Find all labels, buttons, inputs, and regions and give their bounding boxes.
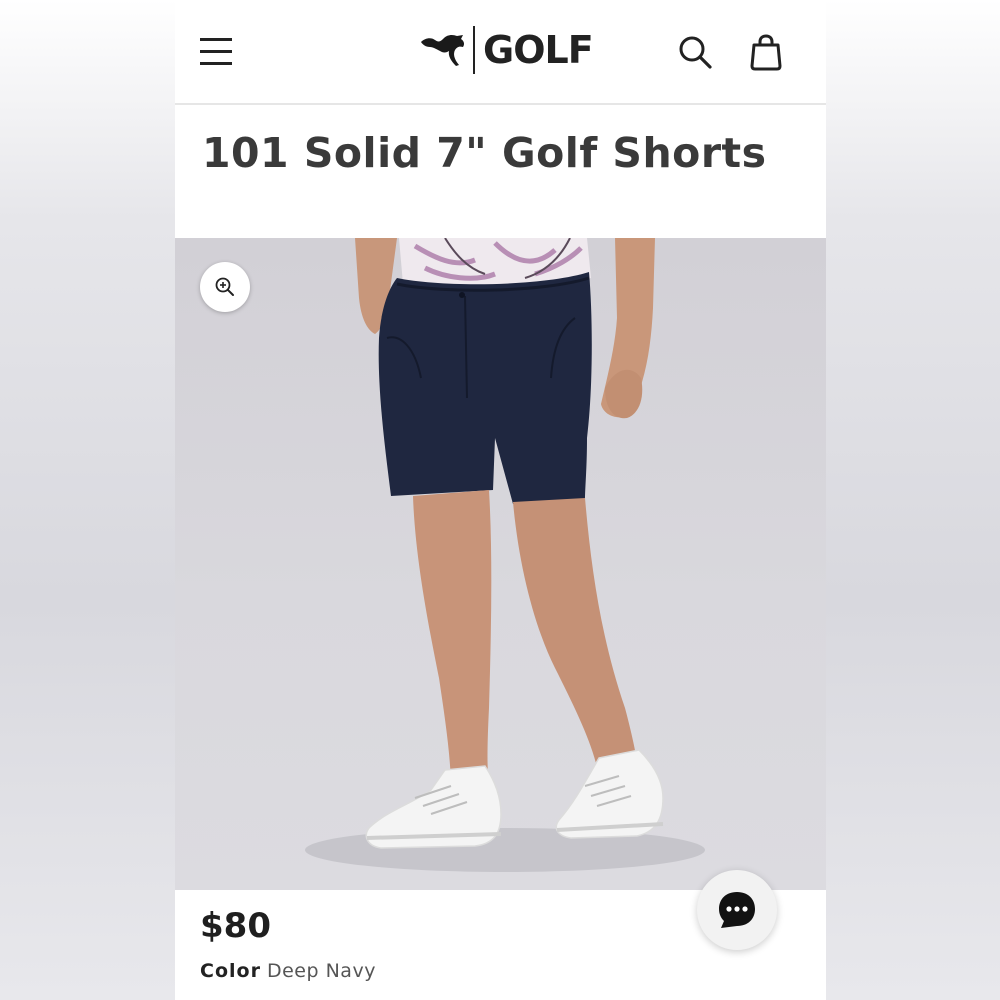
product-page: GOLF 101 Solid 7" Golf Shorts $80 Color … [175, 0, 826, 1000]
search-button[interactable] [677, 34, 713, 70]
logo-divider [473, 26, 475, 74]
product-image[interactable] [175, 238, 826, 890]
product-price: $80 [200, 906, 271, 946]
zoom-button[interactable] [200, 262, 250, 312]
brand-logo[interactable]: GOLF [419, 26, 594, 76]
color-selection: Color Deep Navy [200, 960, 376, 982]
chat-bubble-icon [719, 892, 755, 928]
product-photo [305, 238, 705, 872]
product-title: 101 Solid 7" Golf Shorts [202, 129, 767, 177]
brand-name: GOLF [483, 28, 594, 72]
color-value: Deep Navy [266, 960, 376, 982]
product-title-section: 101 Solid 7" Golf Shorts [175, 105, 826, 238]
puma-cat-icon [421, 34, 465, 66]
shopping-bag-icon [750, 34, 782, 71]
zoom-in-icon [215, 277, 234, 296]
cart-button[interactable] [749, 33, 783, 71]
search-icon [679, 36, 712, 69]
chat-button[interactable] [697, 870, 777, 950]
color-label: Color [200, 960, 261, 982]
site-header: GOLF [175, 0, 826, 105]
hamburger-menu-icon[interactable] [200, 36, 232, 66]
